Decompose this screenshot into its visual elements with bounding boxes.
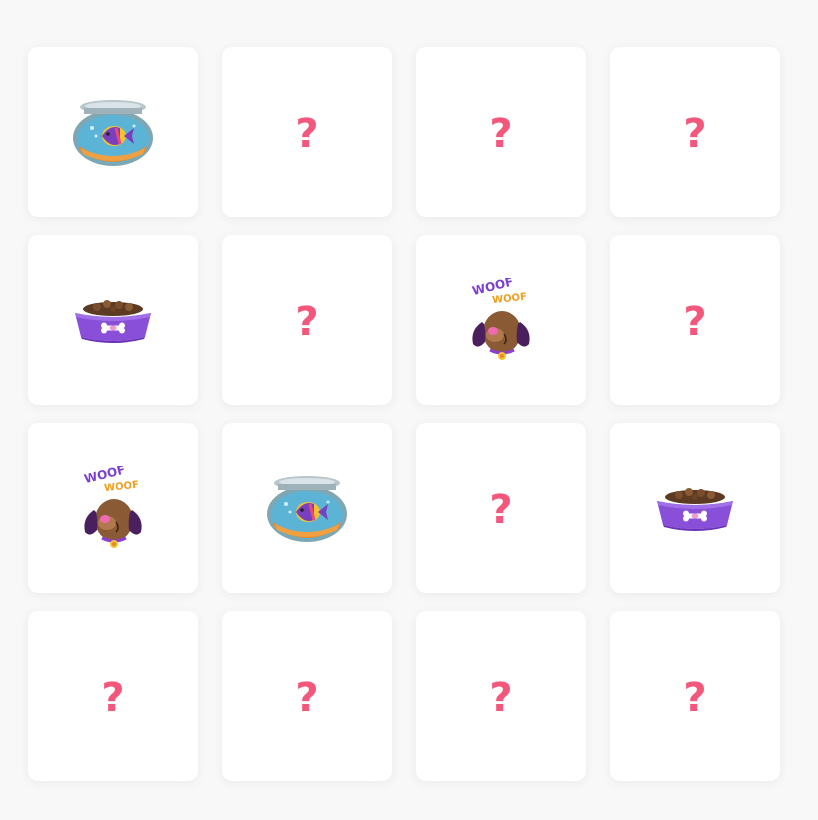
dog-woof-icon: WOOF WOOF [468, 278, 534, 362]
question-mark-icon: ? [489, 487, 513, 533]
question-mark-icon: ? [683, 675, 707, 721]
memory-card[interactable]: ? [222, 611, 392, 781]
fishbowl-icon [70, 98, 156, 166]
dog-bowl-icon [655, 485, 735, 531]
dog-woof-icon: WOOF WOOF [80, 466, 146, 550]
memory-board: ? ???? ?? [28, 47, 780, 781]
dog-woof-svg: WOOF WOOF [83, 466, 142, 548]
memory-card[interactable]: ? [28, 47, 198, 217]
fishbowl-icon [264, 474, 350, 542]
question-mark-icon: ? [295, 299, 319, 345]
dog-bowl-icon [73, 297, 153, 343]
memory-card[interactable]: ? [610, 235, 780, 405]
memory-card[interactable]: ? WOOF WOOF [28, 423, 198, 593]
question-mark-icon: ? [295, 111, 319, 157]
question-mark-icon: ? [683, 299, 707, 345]
memory-card[interactable]: ? [610, 423, 780, 593]
memory-card[interactable]: ? [610, 611, 780, 781]
question-mark-icon: ? [683, 111, 707, 157]
memory-card[interactable]: ? [416, 47, 586, 217]
dog-bowl-svg [75, 300, 151, 343]
question-mark-icon: ? [489, 675, 513, 721]
question-mark-icon: ? [101, 675, 125, 721]
memory-card[interactable]: ? [416, 611, 586, 781]
question-mark-icon: ? [489, 111, 513, 157]
memory-card[interactable]: ? [416, 423, 586, 593]
fishbowl-svg [73, 100, 153, 166]
memory-card[interactable]: ? [610, 47, 780, 217]
dog-woof-svg: WOOF WOOF [471, 278, 530, 360]
memory-card[interactable]: ? [222, 235, 392, 405]
woof-text: WOOF [104, 480, 140, 495]
memory-card[interactable]: ? [222, 47, 392, 217]
woof-text: WOOF [492, 292, 528, 307]
dog-bowl-svg [657, 488, 733, 531]
question-mark-icon: ? [295, 675, 319, 721]
memory-card[interactable]: ? [28, 235, 198, 405]
memory-card[interactable]: ? WOOF WOOF [416, 235, 586, 405]
memory-card[interactable]: ? [28, 611, 198, 781]
memory-card[interactable]: ? [222, 423, 392, 593]
fishbowl-svg [267, 476, 347, 542]
